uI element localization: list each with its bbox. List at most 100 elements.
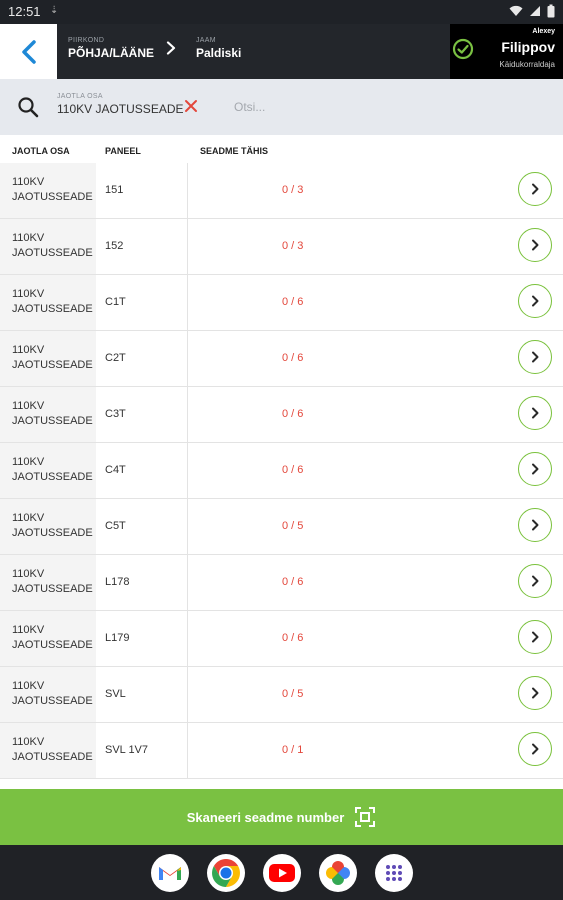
row-osa: 110KV JAOTUSSEADE xyxy=(0,611,96,666)
table-row[interactable]: 110KV JAOTUSSEADE C2T 0 / 6 xyxy=(0,331,563,387)
table-row[interactable]: 110KV JAOTUSSEADE L178 0 / 6 xyxy=(0,555,563,611)
table-row[interactable]: 110KV JAOTUSSEADE 151 0 / 3 xyxy=(0,163,563,219)
row-osa-line1: 110KV xyxy=(12,344,45,356)
row-open-button[interactable] xyxy=(518,340,552,374)
row-open-button[interactable] xyxy=(518,732,552,766)
row-open-button[interactable] xyxy=(518,228,552,262)
row-open-button[interactable] xyxy=(518,564,552,598)
row-open-button[interactable] xyxy=(518,676,552,710)
chevron-right-icon xyxy=(532,743,539,755)
row-count: 0 / 6 xyxy=(282,464,304,476)
download-notification-icon: ⇣ xyxy=(50,5,59,16)
breadcrumb-region[interactable]: PIIRKOND PÕHJA/LÄÄNE xyxy=(68,37,154,60)
table-row[interactable]: 110KV JAOTUSSEADE C5T 0 / 5 xyxy=(0,499,563,555)
table-row[interactable]: 110KV JAOTUSSEADE C4T 0 / 6 xyxy=(0,443,563,499)
back-button[interactable] xyxy=(0,24,57,79)
row-osa: 110KV JAOTUSSEADE xyxy=(0,163,96,218)
row-osa-line2: JAOTUSSEADE xyxy=(12,751,93,763)
wifi-icon xyxy=(509,5,523,16)
row-open-button[interactable] xyxy=(518,172,552,206)
table-row[interactable]: 110KV JAOTUSSEADE L179 0 / 6 xyxy=(0,611,563,667)
row-open-button[interactable] xyxy=(518,452,552,486)
column-divider xyxy=(187,667,188,722)
column-divider xyxy=(187,499,188,554)
signal-icon xyxy=(530,6,540,16)
app-drawer-icon[interactable] xyxy=(374,853,413,892)
user-panel[interactable]: Alexey Filippov Käidukorraldaja xyxy=(450,24,563,79)
row-osa-line2: JAOTUSSEADE xyxy=(12,303,93,315)
row-count: 0 / 6 xyxy=(282,576,304,588)
row-paneel: SVL xyxy=(105,688,126,700)
column-divider xyxy=(187,723,188,778)
table-row[interactable]: 110KV JAOTUSSEADE SVL 1V7 0 / 1 xyxy=(0,723,563,779)
row-osa-line2: JAOTUSSEADE xyxy=(12,583,93,595)
row-paneel: C3T xyxy=(105,408,126,420)
close-icon[interactable] xyxy=(184,99,198,118)
column-divider xyxy=(187,275,188,330)
row-osa-line2: JAOTUSSEADE xyxy=(12,359,93,371)
filter-chip-label: JAOTLA OSA xyxy=(57,93,103,100)
row-paneel: C1T xyxy=(105,296,126,308)
column-header-seadme: SEADME TÄHIS xyxy=(200,146,269,156)
photos-icon[interactable] xyxy=(318,853,357,892)
table-row[interactable]: 110KV JAOTUSSEADE C1T 0 / 6 xyxy=(0,275,563,331)
row-open-button[interactable] xyxy=(518,396,552,430)
row-count: 0 / 1 xyxy=(282,744,304,756)
row-osa: 110KV JAOTUSSEADE xyxy=(0,443,96,498)
app-header: PIIRKOND PÕHJA/LÄÄNE JAAM Paldiski Alexe… xyxy=(0,24,563,79)
row-osa-line1: 110KV xyxy=(12,624,45,636)
row-osa: 110KV JAOTUSSEADE xyxy=(0,667,96,722)
table-body: 110KV JAOTUSSEADE 151 0 / 3 110KV JAOTUSSE… xyxy=(0,163,563,779)
chevron-right-icon xyxy=(532,239,539,251)
column-divider xyxy=(187,331,188,386)
chevron-right-icon xyxy=(166,41,176,60)
row-count: 0 / 3 xyxy=(282,184,304,196)
search-bar: JAOTLA OSA 110KV JAOTUSSEADE xyxy=(0,79,563,135)
row-osa-line2: JAOTUSSEADE xyxy=(12,639,93,651)
column-divider xyxy=(187,163,188,218)
breadcrumb-station-label: JAAM xyxy=(196,37,216,44)
row-open-button[interactable] xyxy=(518,620,552,654)
youtube-icon[interactable] xyxy=(262,853,301,892)
check-circle-icon xyxy=(452,38,474,65)
row-osa-line2: JAOTUSSEADE xyxy=(12,247,93,259)
row-paneel: 151 xyxy=(105,184,124,196)
chevron-right-icon xyxy=(532,407,539,419)
gmail-icon[interactable] xyxy=(150,853,189,892)
user-first-name: Alexey xyxy=(532,28,555,35)
row-paneel: C5T xyxy=(105,520,126,532)
filter-chip[interactable]: JAOTLA OSA 110KV JAOTUSSEADE xyxy=(57,93,184,116)
column-divider xyxy=(187,611,188,666)
filter-chip-value: 110KV JAOTUSSEADE xyxy=(57,102,184,116)
row-count: 0 / 5 xyxy=(282,520,304,532)
breadcrumb-station-value: Paldiski xyxy=(196,46,242,60)
row-osa-line2: JAOTUSSEADE xyxy=(12,191,93,203)
row-open-button[interactable] xyxy=(518,508,552,542)
chevron-right-icon xyxy=(532,519,539,531)
row-osa-line2: JAOTUSSEADE xyxy=(12,527,93,539)
search-icon[interactable] xyxy=(17,96,39,123)
user-role: Käidukorraldaja xyxy=(499,60,555,69)
row-osa: 110KV JAOTUSSEADE xyxy=(0,723,96,778)
breadcrumb-station[interactable]: JAAM Paldiski xyxy=(196,37,241,60)
table-row[interactable]: 110KV JAOTUSSEADE 152 0 / 3 xyxy=(0,219,563,275)
row-paneel: C2T xyxy=(105,352,126,364)
row-osa: 110KV JAOTUSSEADE xyxy=(0,275,96,330)
row-open-button[interactable] xyxy=(518,284,552,318)
breadcrumb-region-value: PÕHJA/LÄÄNE xyxy=(68,46,155,60)
column-divider xyxy=(187,219,188,274)
status-time: 12:51 xyxy=(8,4,41,19)
table-row[interactable]: 110KV JAOTUSSEADE C3T 0 / 6 xyxy=(0,387,563,443)
row-osa-line1: 110KV xyxy=(12,680,45,692)
scan-device-number-button[interactable]: Skaneeri seadme number xyxy=(0,789,563,845)
search-input[interactable] xyxy=(234,97,534,117)
android-dock xyxy=(0,845,563,900)
row-osa-line2: JAOTUSSEADE xyxy=(12,415,93,427)
row-osa: 110KV JAOTUSSEADE xyxy=(0,219,96,274)
breadcrumb-region-label: PIIRKOND xyxy=(68,37,105,44)
chevron-right-icon xyxy=(532,295,539,307)
row-osa-line1: 110KV xyxy=(12,400,45,412)
chrome-icon[interactable] xyxy=(206,853,245,892)
table-row[interactable]: 110KV JAOTUSSEADE SVL 0 / 5 xyxy=(0,667,563,723)
chevron-right-icon xyxy=(532,463,539,475)
